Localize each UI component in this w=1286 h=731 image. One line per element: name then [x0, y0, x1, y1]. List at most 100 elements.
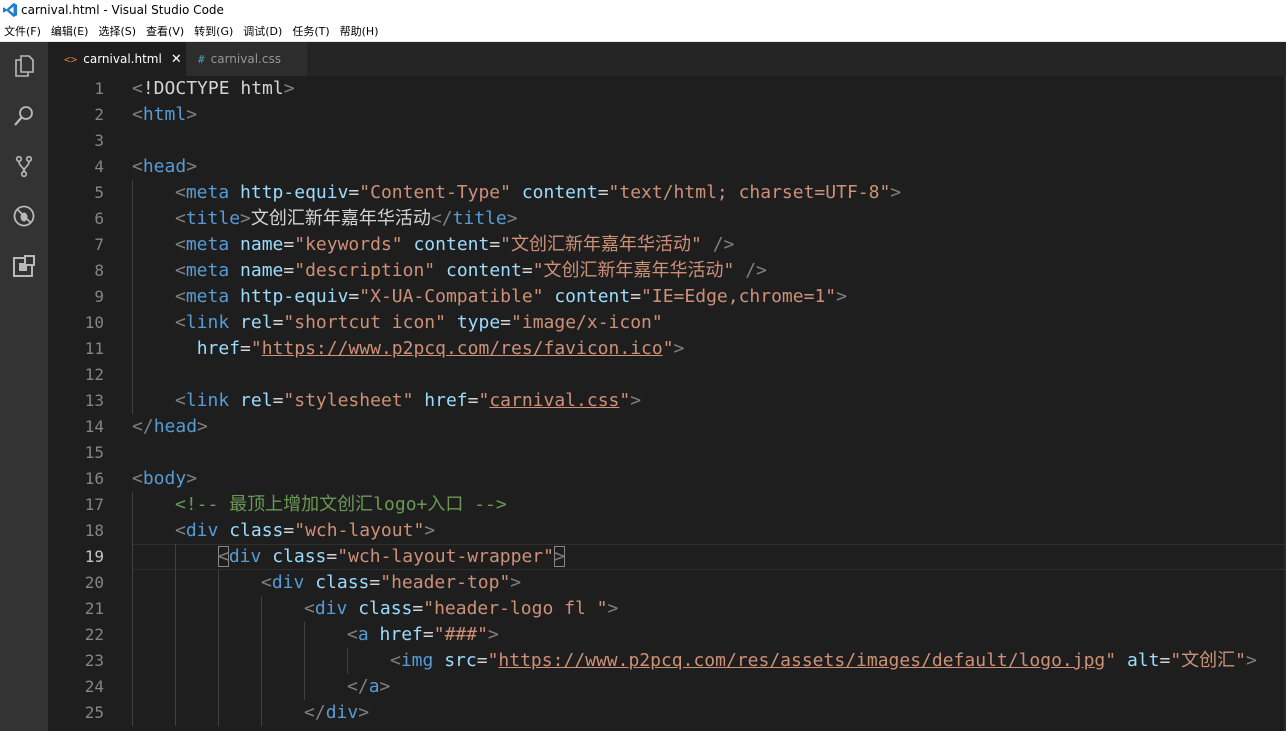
- source-control-icon[interactable]: [0, 142, 48, 190]
- code-token: >: [379, 676, 391, 697]
- code-token: "header-logo fl ": [423, 598, 608, 619]
- code-text: <body>: [132, 466, 197, 492]
- code-line[interactable]: 9 <meta http-equiv="X-UA-Compatible" cont…: [48, 284, 1286, 310]
- menu-item[interactable]: 任务(T): [288, 21, 335, 42]
- code-line[interactable]: 8 <meta name="description" content="文创汇新年…: [48, 258, 1286, 284]
- code-line[interactable]: 22 <a href="###">: [48, 622, 1286, 648]
- code-text: <meta name="description" content="文创汇新年嘉…: [175, 258, 767, 284]
- code-token: a: [357, 624, 369, 645]
- code-line[interactable]: 12: [48, 362, 1286, 388]
- tab-carnival-html[interactable]: <> carnival.html ✕: [48, 42, 186, 76]
- code-line[interactable]: 20 <div class="header-top">: [48, 570, 1286, 596]
- code-token: >: [240, 208, 251, 229]
- code-token[interactable]: https://www.p2pcq.com/res/assets/images/…: [498, 650, 1105, 671]
- code-token: >: [836, 286, 847, 307]
- window-title: carnival.html - Visual Studio Code: [21, 3, 224, 17]
- code-line[interactable]: 14 </head>: [48, 414, 1286, 440]
- code-line[interactable]: 15: [48, 440, 1286, 466]
- code-token: <: [261, 572, 272, 593]
- line-number: 21: [84, 599, 104, 618]
- code-token: head: [142, 156, 187, 177]
- indent-guide: [132, 492, 133, 518]
- menu-item[interactable]: 帮助(H): [336, 21, 385, 42]
- code-token: "Content-Type": [359, 182, 511, 203]
- code-token: <: [175, 260, 186, 281]
- line-number: 22: [84, 625, 104, 644]
- code-token: http-equiv: [240, 182, 349, 203]
- code-token: </: [347, 676, 369, 697]
- code-token: 文创汇新年嘉年华活动: [250, 208, 431, 229]
- line-number: 2: [94, 105, 104, 124]
- tab-carnival-css[interactable]: # carnival.css: [186, 42, 307, 76]
- code-line[interactable]: 7 <meta name="keywords" content="文创汇新年嘉年华…: [48, 232, 1286, 258]
- line-number: 20: [84, 573, 104, 592]
- line-number: 12: [84, 365, 104, 384]
- code-line[interactable]: 19 <div class="wch-layout-wrapper">: [48, 544, 1286, 570]
- code-token[interactable]: https://www.p2pcq.com/res/favicon.ico: [262, 338, 663, 359]
- line-number: 16: [84, 469, 104, 488]
- search-icon[interactable]: [0, 92, 48, 140]
- close-icon[interactable]: ✕: [171, 52, 182, 67]
- indent-guide: [175, 622, 176, 648]
- code-token: "shortcut icon": [283, 312, 446, 333]
- code-line[interactable]: 17 <!-- 最顶上增加文创汇logo+入口 -->: [48, 492, 1286, 518]
- code-token: title: [185, 208, 241, 229]
- code-token: >: [673, 338, 685, 359]
- menu-item[interactable]: 编辑(E): [47, 21, 95, 42]
- code-token[interactable]: carnival.css: [489, 390, 619, 411]
- code-token: meta: [185, 234, 230, 255]
- menu-item[interactable]: 文件(F): [0, 21, 47, 42]
- code-token: =: [348, 182, 360, 203]
- code-line[interactable]: 2 <html>: [48, 102, 1286, 128]
- code-token: src: [444, 650, 477, 671]
- menu-item[interactable]: 调试(D): [239, 21, 288, 42]
- code-line[interactable]: 24 </a>: [48, 674, 1286, 700]
- code-token: />: [712, 234, 735, 255]
- indent-guide: [175, 674, 176, 700]
- explorer-icon[interactable]: [0, 42, 48, 90]
- tab-bar: <> carnival.html ✕ # carnival.css: [48, 42, 1286, 76]
- code-token: >: [607, 598, 619, 619]
- code-token: meta: [185, 260, 230, 281]
- code-token: >: [510, 572, 522, 593]
- code-line[interactable]: 23 <img src="https://www.p2pcq.com/res/as…: [48, 648, 1286, 674]
- menu-item[interactable]: 转到(G): [190, 21, 239, 42]
- code-token: "X-UA-Compatible": [359, 286, 544, 307]
- code-token: "stylesheet": [283, 390, 414, 411]
- code-line[interactable]: 25 </div>: [48, 700, 1286, 726]
- code-line[interactable]: 21 <div class="header-logo fl ">: [48, 596, 1286, 622]
- extensions-icon[interactable]: [0, 242, 48, 290]
- code-text: </head>: [132, 414, 208, 440]
- code-line[interactable]: 10 <link rel="shortcut icon" type="image/…: [48, 310, 1286, 336]
- code-line[interactable]: 11 href="https://www.p2pcq.com/res/favic…: [48, 336, 1286, 362]
- code-token: div: [325, 702, 359, 723]
- code-line[interactable]: 5 <meta http-equiv="Content-Type" content…: [48, 180, 1286, 206]
- code-token: ": [619, 390, 631, 411]
- code-token: =: [369, 572, 381, 593]
- code-line[interactable]: 16 <body>: [48, 466, 1286, 492]
- code-text: <div class="wch-layout-wrapper">: [218, 544, 565, 570]
- code-line[interactable]: 3: [48, 128, 1286, 154]
- menu-item[interactable]: 选择(S): [94, 21, 142, 42]
- debug-icon[interactable]: [0, 192, 48, 240]
- code-token: div: [185, 520, 219, 541]
- code-token: div: [314, 598, 348, 619]
- code-line[interactable]: 4 <head>: [48, 154, 1286, 180]
- code-editor[interactable]: 1 <!DOCTYPE html> 2 <html> 3 4 <head> 5 <meta ht…: [48, 76, 1286, 731]
- code-token: "header-top": [380, 572, 511, 593]
- code-token: href: [424, 390, 468, 411]
- code-text: <a href="###">: [347, 622, 499, 648]
- line-number: 19: [84, 547, 104, 566]
- code-token: </: [132, 416, 154, 437]
- code-line[interactable]: 1 <!DOCTYPE html>: [48, 76, 1286, 102]
- code-line[interactable]: 6 <title>文创汇新年嘉年华活动</title>: [48, 206, 1286, 232]
- menu-item[interactable]: 查看(V): [142, 21, 190, 42]
- code-token: >: [487, 624, 499, 645]
- code-line[interactable]: 13 <link rel="stylesheet" href="carnival.…: [48, 388, 1286, 414]
- indent-guide: [132, 180, 133, 206]
- code-line[interactable]: 18 <div class="wch-layout">: [48, 518, 1286, 544]
